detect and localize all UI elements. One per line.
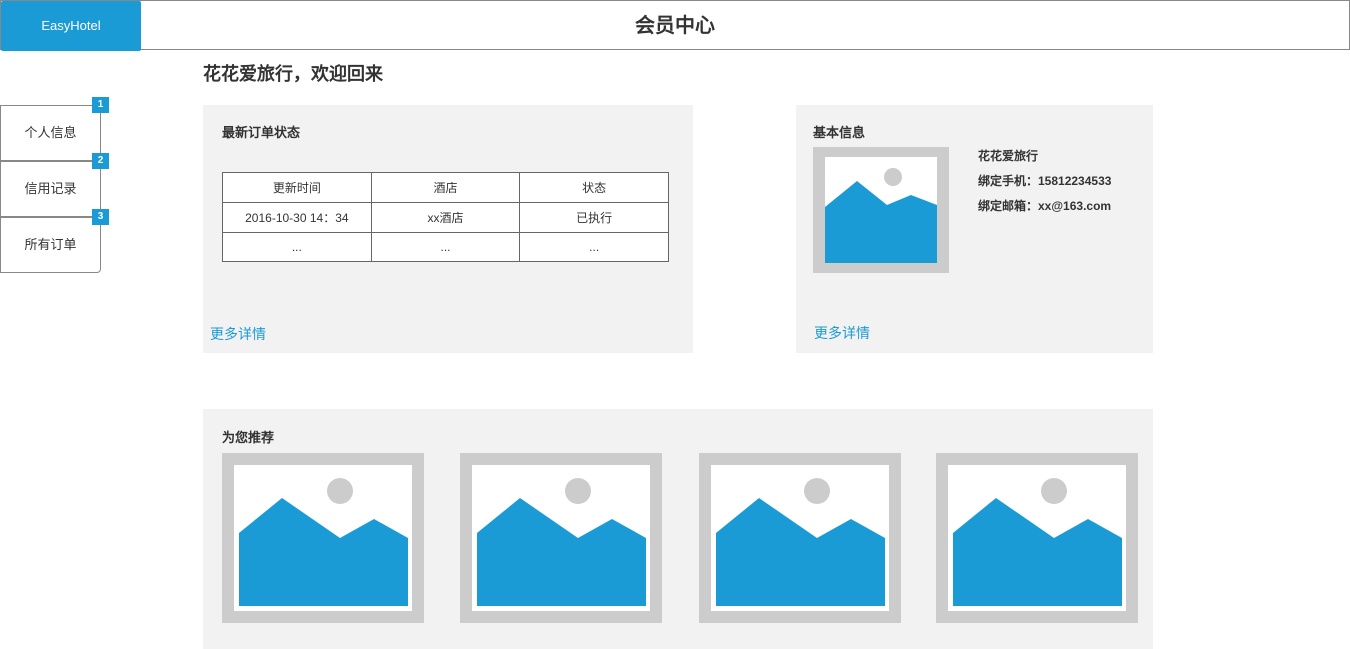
- table-cell: ...: [519, 232, 669, 262]
- column-header-hotel: 酒店: [370, 172, 521, 203]
- sidebar-item-label: 信用记录: [24, 181, 77, 196]
- recommend-panel-title: 为您推荐: [222, 430, 275, 445]
- image-placeholder-icon: [239, 478, 408, 606]
- sidebar-badge: 1: [92, 97, 109, 113]
- info-more-details-link[interactable]: 更多详情: [814, 323, 870, 343]
- orders-more-details-link[interactable]: 更多详情: [210, 324, 266, 344]
- sidebar-badge: 2: [92, 153, 109, 169]
- table-cell: 2016-10-30 14：34: [222, 202, 372, 233]
- column-header-status: 状态: [519, 172, 669, 203]
- bound-email: 绑定邮箱：xx@163.com: [978, 199, 1112, 213]
- table-header-row: 更新时间 酒店 状态: [222, 172, 669, 203]
- top-header: EasyHotel 会员中心: [0, 0, 1350, 51]
- table-cell: ...: [222, 232, 372, 262]
- recommend-item[interactable]: [699, 453, 901, 623]
- sidebar-badge: 3: [92, 209, 109, 225]
- sidebar-item-label: 个人信息: [24, 125, 77, 140]
- image-placeholder-icon: [716, 478, 885, 606]
- orders-table: 更新时间 酒店 状态 2016-10-30 14：34 xx酒店 已执行 ...…: [222, 172, 669, 262]
- basic-info-panel: 基本信息 花花爱旅行 绑定手机：15812234533 绑定邮箱：xx@163.…: [796, 105, 1153, 353]
- sidebar-item-personal-info[interactable]: 个人信息: [0, 105, 101, 161]
- column-header-update-time: 更新时间: [222, 172, 372, 203]
- sidebar-item-all-orders[interactable]: 所有订单: [0, 217, 101, 273]
- sidebar-item-credit-record[interactable]: 信用记录: [0, 161, 101, 217]
- username: 花花爱旅行: [978, 149, 1039, 163]
- page-title: 会员中心: [635, 15, 715, 37]
- avatar[interactable]: [813, 147, 949, 273]
- recommend-panel: 为您推荐: [203, 409, 1153, 649]
- table-row[interactable]: 2016-10-30 14：34 xx酒店 已执行: [222, 202, 669, 233]
- table-cell: xx酒店: [370, 202, 521, 233]
- basic-info-panel-title: 基本信息: [813, 125, 866, 140]
- bound-phone: 绑定手机：15812234533: [978, 174, 1112, 188]
- image-placeholder-icon: [825, 168, 937, 263]
- image-placeholder-icon: [477, 478, 646, 606]
- table-cell: 已执行: [519, 202, 669, 233]
- table-cell: ...: [370, 232, 521, 262]
- recommend-item[interactable]: [222, 453, 424, 623]
- recommend-item[interactable]: [460, 453, 662, 623]
- table-row[interactable]: ... ... ...: [222, 232, 669, 262]
- recommend-item[interactable]: [936, 453, 1138, 623]
- image-placeholder-icon: [953, 478, 1122, 606]
- logo[interactable]: EasyHotel: [1, 1, 141, 51]
- orders-panel-title: 最新订单状态: [222, 125, 301, 140]
- sidebar-item-label: 所有订单: [24, 237, 77, 252]
- orders-panel: 最新订单状态 更新时间 酒店 状态 2016-10-30 14：34 xx酒店 …: [203, 105, 693, 353]
- welcome-message: 花花爱旅行，欢迎回来: [203, 64, 383, 84]
